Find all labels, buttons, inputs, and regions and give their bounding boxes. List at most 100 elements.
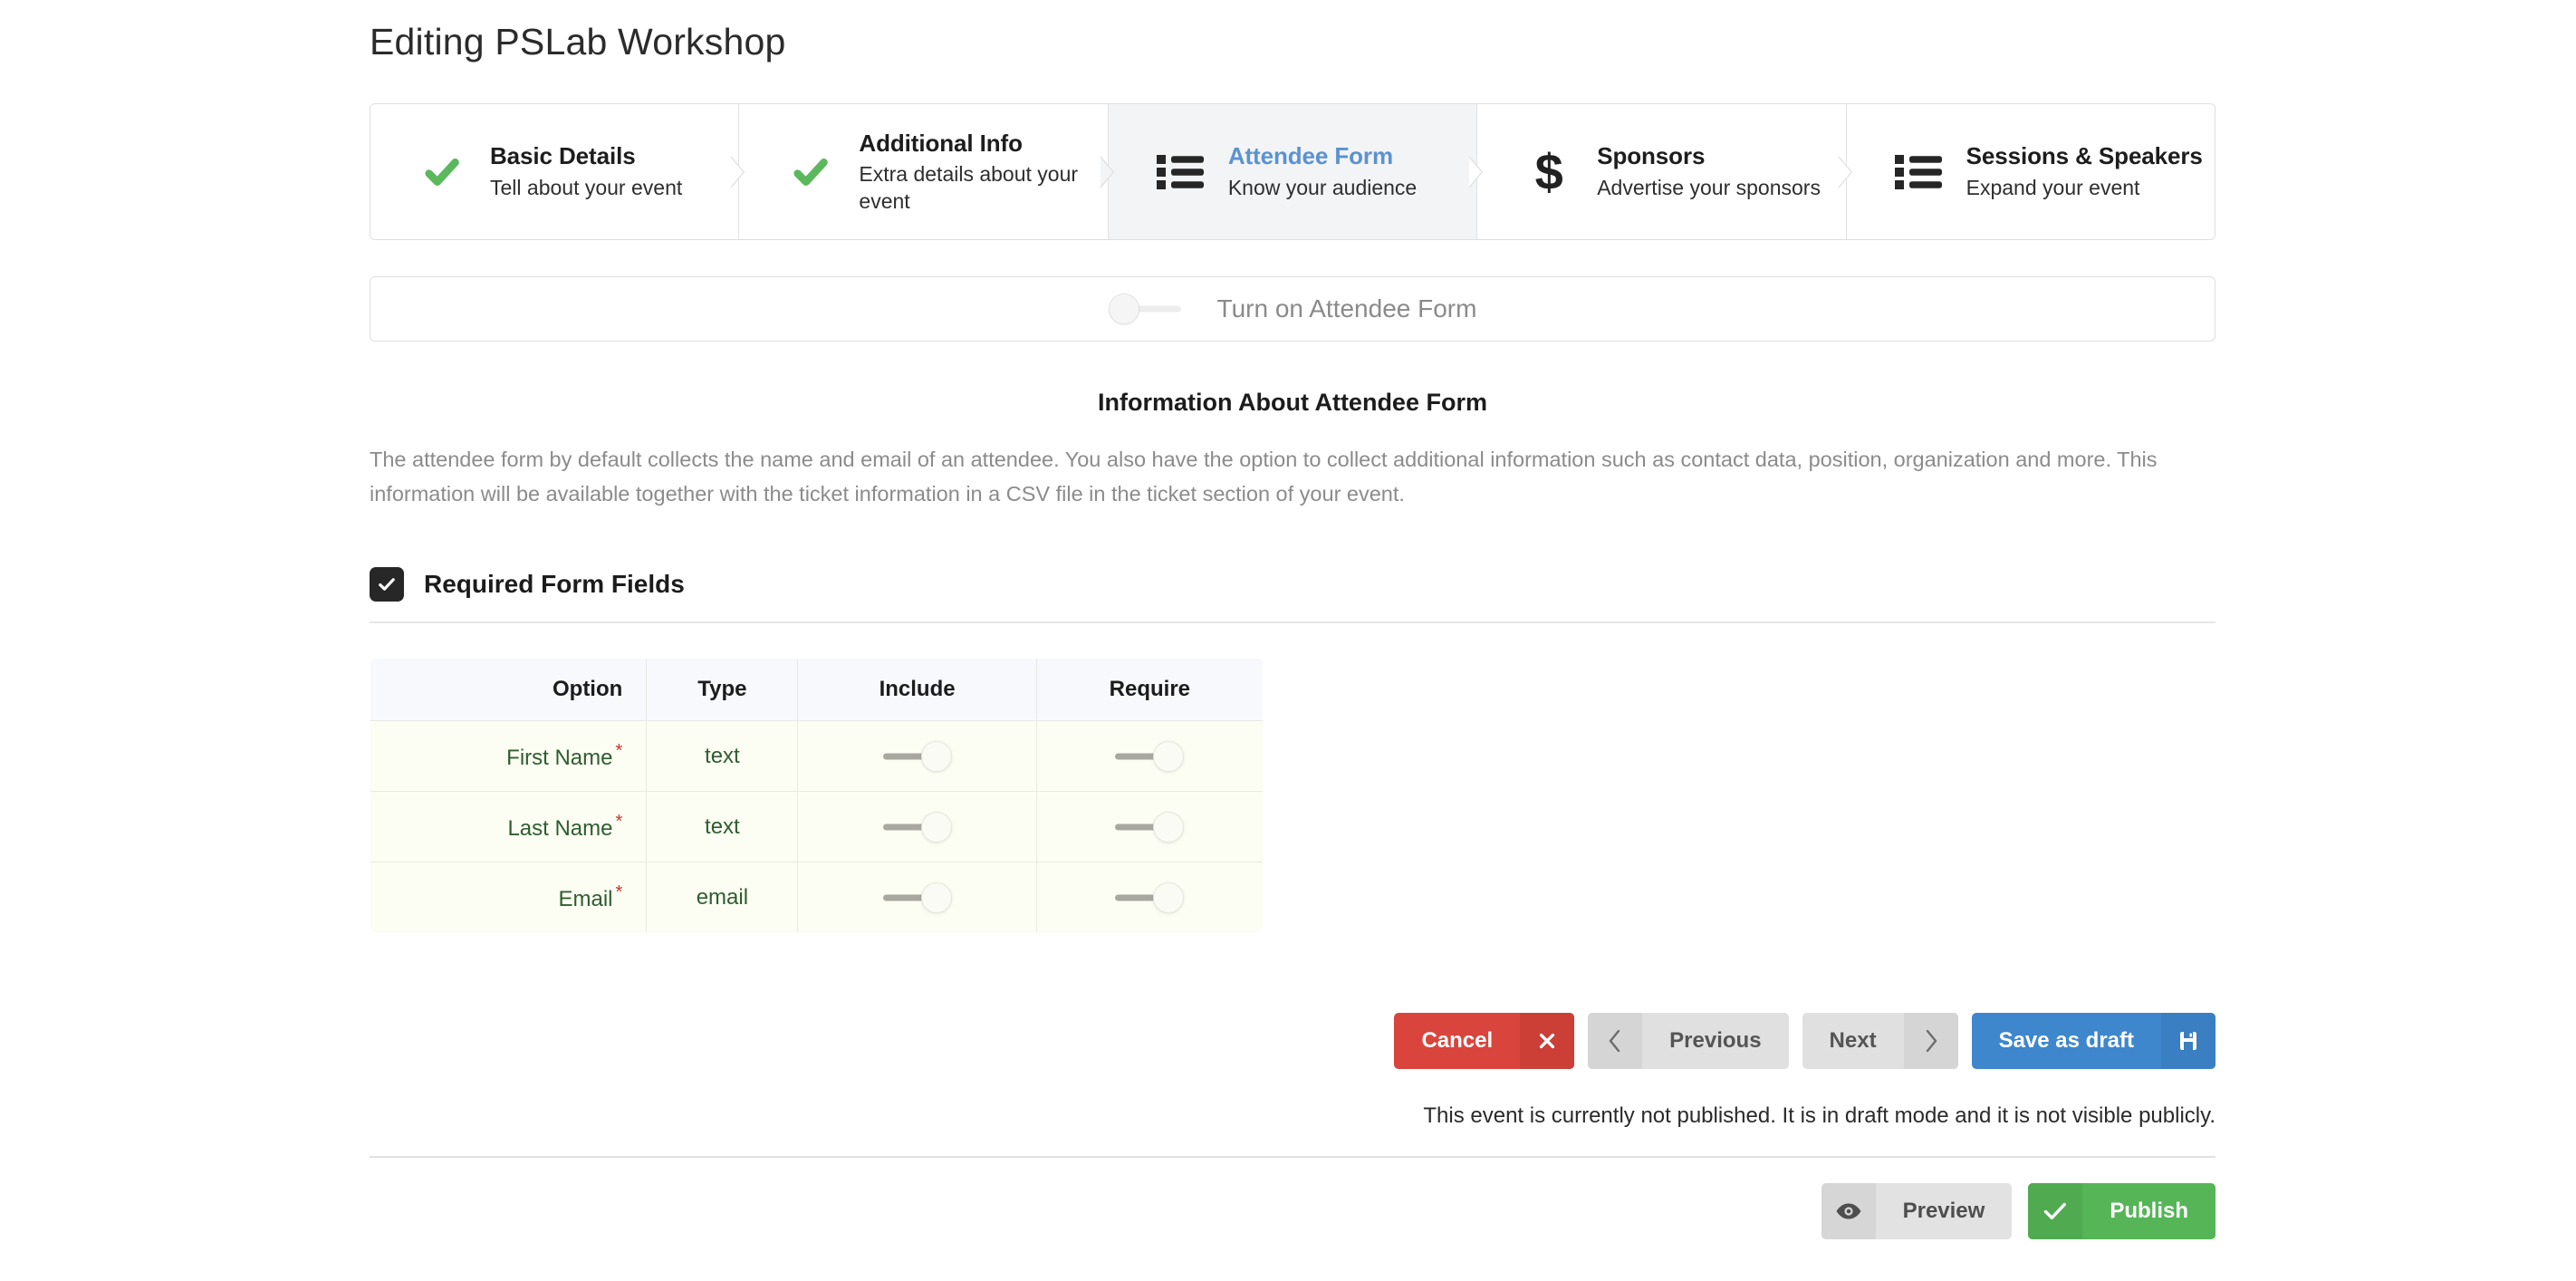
cell-type: text: [646, 720, 799, 793]
cell-require: [1036, 720, 1263, 793]
wizard-step-title: Sponsors: [1597, 142, 1706, 170]
wizard-step-title: Additional Info: [859, 129, 1023, 157]
previous-button-label: Previous: [1669, 1028, 1762, 1054]
check-icon: [2028, 1183, 2083, 1240]
previous-button[interactable]: Previous: [1588, 1013, 1789, 1070]
column-header-type: Type: [646, 659, 799, 722]
cell-type: text: [646, 791, 799, 863]
dollar-icon: $: [1534, 142, 1563, 200]
required-fields-table: Option Type Include Require First Name * …: [370, 658, 1264, 934]
include-toggle[interactable]: [882, 740, 952, 772]
column-header-require: Require: [1036, 659, 1263, 722]
next-button-label: Next: [1829, 1028, 1877, 1054]
check-icon: [418, 151, 466, 193]
next-button[interactable]: Next: [1802, 1013, 1958, 1070]
toggle-knob: [920, 740, 952, 772]
option-label: Last Name: [507, 816, 613, 842]
toggle-knob: [1153, 811, 1185, 843]
column-header-option: Option: [370, 659, 648, 722]
wizard-step-subtitle: Advertise your sponsors: [1597, 175, 1821, 199]
toggle-track: [1133, 305, 1181, 313]
cancel-button-label: Cancel: [1421, 1028, 1494, 1054]
toggle-track: [882, 753, 927, 760]
save-icon: [2161, 1013, 2216, 1070]
wizard-step-additional-info[interactable]: Additional Info Extra details about your…: [739, 104, 1114, 240]
wizard-step-sponsors[interactable]: $ Sponsors Advertise your sponsors: [1477, 104, 1852, 240]
wizard-step-subtitle: Know your audience: [1227, 175, 1418, 199]
toggle-knob: [1153, 740, 1185, 772]
preview-button[interactable]: Preview: [1821, 1183, 2013, 1240]
include-toggle[interactable]: [882, 881, 952, 913]
table-row: Email * email: [370, 862, 1263, 933]
page-title: Editing PSLab Workshop: [370, 21, 786, 63]
wizard-step-attendee-form[interactable]: Attendee Form Know your audience: [1108, 104, 1484, 240]
table-header: Option Type Include Require: [370, 659, 1263, 722]
chevron-right-icon: [1903, 1013, 1958, 1070]
option-label: Email: [558, 887, 613, 912]
table-header-row: Option Type Include Require: [370, 659, 1263, 722]
check-icon: [786, 151, 835, 193]
require-toggle[interactable]: [1115, 881, 1185, 913]
toggle-row[interactable]: Turn on Attendee Form: [1108, 294, 1477, 325]
table-row: First Name * text: [370, 720, 1263, 793]
column-header-include: Include: [797, 659, 1037, 722]
require-toggle[interactable]: [1115, 811, 1185, 843]
wizard-step-title: Basic Details: [490, 142, 636, 170]
wizard-step-basic-details[interactable]: Basic Details Tell about your event: [370, 104, 745, 240]
required-form-fields-header: Required Form Fields: [370, 567, 2216, 624]
eye-icon: [1821, 1183, 1876, 1240]
include-toggle[interactable]: [882, 811, 952, 843]
list-icon: [1156, 153, 1205, 191]
toggle-track: [882, 824, 927, 831]
attendee-form-toggle-panel: Turn on Attendee Form: [370, 276, 2216, 342]
required-form-fields-checkbox[interactable]: [370, 567, 404, 602]
required-star: *: [615, 741, 623, 762]
info-section-title: Information About Attendee Form: [1098, 389, 1487, 417]
wizard-action-buttons: Cancel Previous Next Save as draft: [370, 1013, 2216, 1070]
wizard-step-title: Sessions & Speakers: [1966, 142, 2203, 170]
chevron-left-icon: [1588, 1013, 1643, 1070]
wizard-step-subtitle: Expand your event: [1966, 175, 2140, 199]
bottom-action-buttons: Preview Publish: [370, 1183, 2216, 1267]
publish-button[interactable]: Publish: [2028, 1183, 2216, 1240]
wizard-step-subtitle: Extra details about your event: [859, 162, 1079, 213]
cell-type: email: [646, 862, 799, 933]
required-star: *: [615, 882, 623, 903]
wizard-step-sessions-speakers[interactable]: Sessions & Speakers Expand your event: [1846, 104, 2215, 240]
required-star: *: [615, 812, 623, 833]
publish-status-message: This event is currently not published. I…: [1423, 1103, 2216, 1129]
cell-include: [797, 862, 1037, 933]
editing-event-page: Editing PSLab Workshop Basic Details Tel…: [0, 0, 2576, 1281]
toggle-knob: [920, 811, 952, 843]
save-as-draft-label: Save as draft: [1998, 1028, 2134, 1054]
bottom-divider: [370, 1156, 2216, 1159]
cell-option: Last Name *: [370, 791, 648, 863]
attendee-form-toggle-switch[interactable]: [1108, 294, 1183, 325]
toggle-knob: [920, 881, 952, 913]
attendee-form-toggle-label: Turn on Attendee Form: [1216, 294, 1477, 323]
toggle-knob: [1153, 881, 1185, 913]
required-fields-table-wrap: Option Type Include Require First Name * …: [370, 658, 1264, 934]
cell-option: Email *: [370, 862, 648, 933]
wizard-step-title: Attendee Form: [1227, 142, 1393, 170]
toggle-knob: [1108, 294, 1139, 325]
content-container: Editing PSLab Workshop Basic Details Tel…: [370, 0, 2216, 1267]
require-toggle[interactable]: [1115, 740, 1185, 772]
toggle-track: [1115, 824, 1159, 831]
save-as-draft-button[interactable]: Save as draft: [1971, 1013, 2216, 1070]
cancel-button[interactable]: Cancel: [1394, 1013, 1575, 1070]
cell-require: [1036, 791, 1263, 863]
publish-button-label: Publish: [2110, 1199, 2188, 1224]
table-body: First Name * text Last Name * text Email…: [370, 720, 1263, 933]
cell-include: [797, 720, 1037, 793]
info-section-body: The attendee form by default collects th…: [370, 448, 2158, 506]
close-icon: [1520, 1013, 1575, 1070]
event-wizard-steps: Basic Details Tell about your event Addi…: [370, 103, 2216, 241]
toggle-track: [882, 894, 927, 901]
wizard-step-subtitle: Tell about your event: [490, 175, 683, 199]
cell-option: First Name *: [370, 720, 648, 793]
toggle-track: [1115, 753, 1159, 760]
preview-button-label: Preview: [1902, 1199, 1985, 1224]
cell-require: [1036, 862, 1263, 933]
cell-include: [797, 791, 1037, 863]
